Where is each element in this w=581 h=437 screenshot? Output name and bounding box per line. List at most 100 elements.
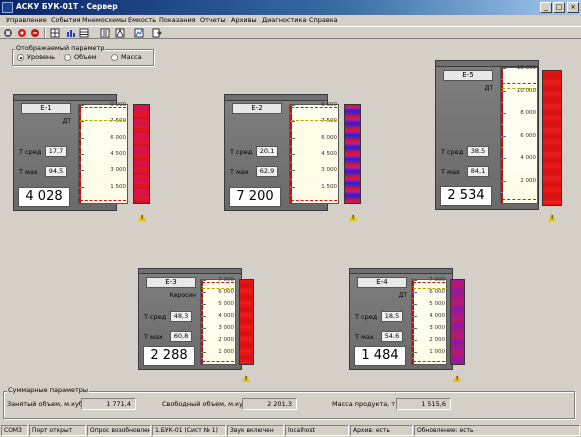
- scale-minor-tick: [412, 334, 414, 335]
- scale-minor-tick: [201, 334, 203, 335]
- tank-name: Е-5: [443, 70, 493, 81]
- menu-item-mnemo[interactable]: Мнемосхемы: [82, 16, 126, 24]
- alarm-low-line: [502, 199, 536, 200]
- scale-minor-tick: [290, 121, 292, 122]
- level-readout: 7 200: [229, 187, 281, 207]
- scale-minor-tick: [79, 179, 81, 180]
- status-port-state: Порт открыт: [29, 425, 86, 436]
- scale-minor-tick: [501, 158, 503, 159]
- warning-icon[interactable]: [349, 214, 357, 221]
- scale-tick-label: 7 500: [321, 118, 337, 124]
- warning-icon[interactable]: [242, 375, 250, 382]
- scale-tick-line: [412, 280, 417, 281]
- radio-level[interactable]: [17, 54, 24, 61]
- menu-item-control[interactable]: Управление: [6, 16, 47, 24]
- scale-minor-tick: [501, 79, 503, 80]
- tank-product: Керосин: [169, 292, 196, 299]
- scale-tick-label: 5 000: [218, 301, 234, 307]
- level-scale: 9 000 7 500 6 000 4 500 3 000 1 500: [289, 102, 339, 204]
- scale-tick-label: 6 000: [429, 289, 445, 295]
- scale-minor-tick: [201, 316, 203, 317]
- scale-minor-tick: [79, 162, 81, 163]
- t-avg-label: T сред: [19, 148, 42, 156]
- warning-icon[interactable]: [453, 375, 461, 382]
- reset-icon[interactable]: [30, 28, 40, 38]
- scale-tick-label: 7 500: [110, 118, 126, 124]
- radio-level-label[interactable]: Уровень: [27, 53, 55, 61]
- alarm-high-line: [413, 282, 445, 283]
- scale-tick-label: 4 000: [218, 313, 234, 319]
- scale-minor-tick: [412, 286, 414, 287]
- stop-icon[interactable]: [3, 28, 13, 38]
- scale-minor-tick: [290, 179, 292, 180]
- table-icon[interactable]: [79, 28, 89, 38]
- level-bar: [133, 104, 150, 204]
- scale-tick-line: [501, 68, 506, 69]
- scale-minor-tick: [201, 358, 203, 359]
- radio-volume-label[interactable]: Объем: [74, 53, 97, 61]
- scale-minor-tick: [79, 154, 81, 155]
- alarm-low-line: [80, 200, 126, 201]
- scale-tick-label: 2 000: [429, 337, 445, 343]
- scale-minor-tick: [79, 130, 81, 131]
- menu-item-events[interactable]: События: [51, 16, 81, 24]
- print-icon[interactable]: [115, 28, 125, 38]
- t-avg-value: 38,5: [467, 146, 489, 157]
- scale-minor-tick: [201, 310, 203, 311]
- menu-item-diagnostics[interactable]: Диагностика: [262, 16, 306, 24]
- scale-tick-label: 6 000: [218, 289, 234, 295]
- close-button[interactable]: ×: [567, 2, 579, 13]
- radio-mass[interactable]: [111, 54, 118, 61]
- t-avg-label: T сред: [441, 148, 464, 156]
- status-update: Обновление: есть: [414, 425, 580, 436]
- scale-tick-label: 1 500: [321, 184, 337, 190]
- scale-tick-label: 12 000: [516, 65, 536, 71]
- t-avg-label: T сред: [355, 313, 378, 321]
- scale-minor-tick: [201, 286, 203, 287]
- level-readout: 2 534: [440, 186, 492, 206]
- scale-minor-tick: [501, 113, 503, 114]
- status-sound: Звук включен: [227, 425, 284, 436]
- menu-item-readings[interactable]: Показания: [159, 16, 196, 24]
- list-icon[interactable]: [100, 28, 110, 38]
- scale-minor-tick: [79, 113, 81, 114]
- menu-item-archives[interactable]: Архивы: [231, 16, 257, 24]
- scale-minor-tick: [290, 154, 292, 155]
- scale-tick-label: 4 500: [110, 151, 126, 157]
- radio-volume[interactable]: [64, 54, 71, 61]
- scale-minor-tick: [412, 292, 414, 293]
- scale-minor-tick: [501, 102, 503, 103]
- warning-icon[interactable]: [548, 214, 556, 221]
- menu-item-reports[interactable]: Отчеты: [200, 16, 226, 24]
- alarm-low-line: [202, 361, 234, 362]
- scale-minor-tick: [501, 124, 503, 125]
- t-max-label: T мах: [230, 168, 249, 176]
- scale-tick-label: 3 000: [218, 325, 234, 331]
- level-bar: [542, 70, 562, 206]
- alarm-low-line: [291, 200, 337, 201]
- scale-minor-tick: [201, 340, 203, 341]
- alarm-high-line: [291, 107, 337, 108]
- scale-minor-tick: [412, 310, 414, 311]
- level-readout: 2 288: [143, 346, 195, 366]
- scale-tick-label: 6 000: [520, 133, 536, 139]
- menu-item-tank[interactable]: Емкость: [128, 16, 156, 24]
- scale-minor-tick: [501, 91, 503, 92]
- level-bar: [344, 104, 361, 204]
- scale-minor-tick: [201, 304, 203, 305]
- grid-icon[interactable]: [50, 28, 60, 38]
- scale-minor-tick: [290, 162, 292, 163]
- status-host: localhost: [285, 425, 349, 436]
- minimize-button[interactable]: _: [540, 2, 552, 13]
- export-icon[interactable]: [152, 28, 162, 38]
- graph-icon[interactable]: [134, 28, 144, 38]
- bars-icon[interactable]: [66, 28, 76, 38]
- alarm-high-line: [502, 83, 536, 84]
- warning-icon[interactable]: [138, 214, 146, 221]
- menu-item-help[interactable]: Справка: [309, 16, 338, 24]
- maximize-button[interactable]: □: [553, 2, 565, 13]
- radio-mass-label[interactable]: Масса: [121, 53, 142, 61]
- alarm-icon[interactable]: [17, 28, 27, 38]
- tank-product: ДТ: [398, 292, 407, 299]
- t-max-label: T мах: [441, 168, 460, 176]
